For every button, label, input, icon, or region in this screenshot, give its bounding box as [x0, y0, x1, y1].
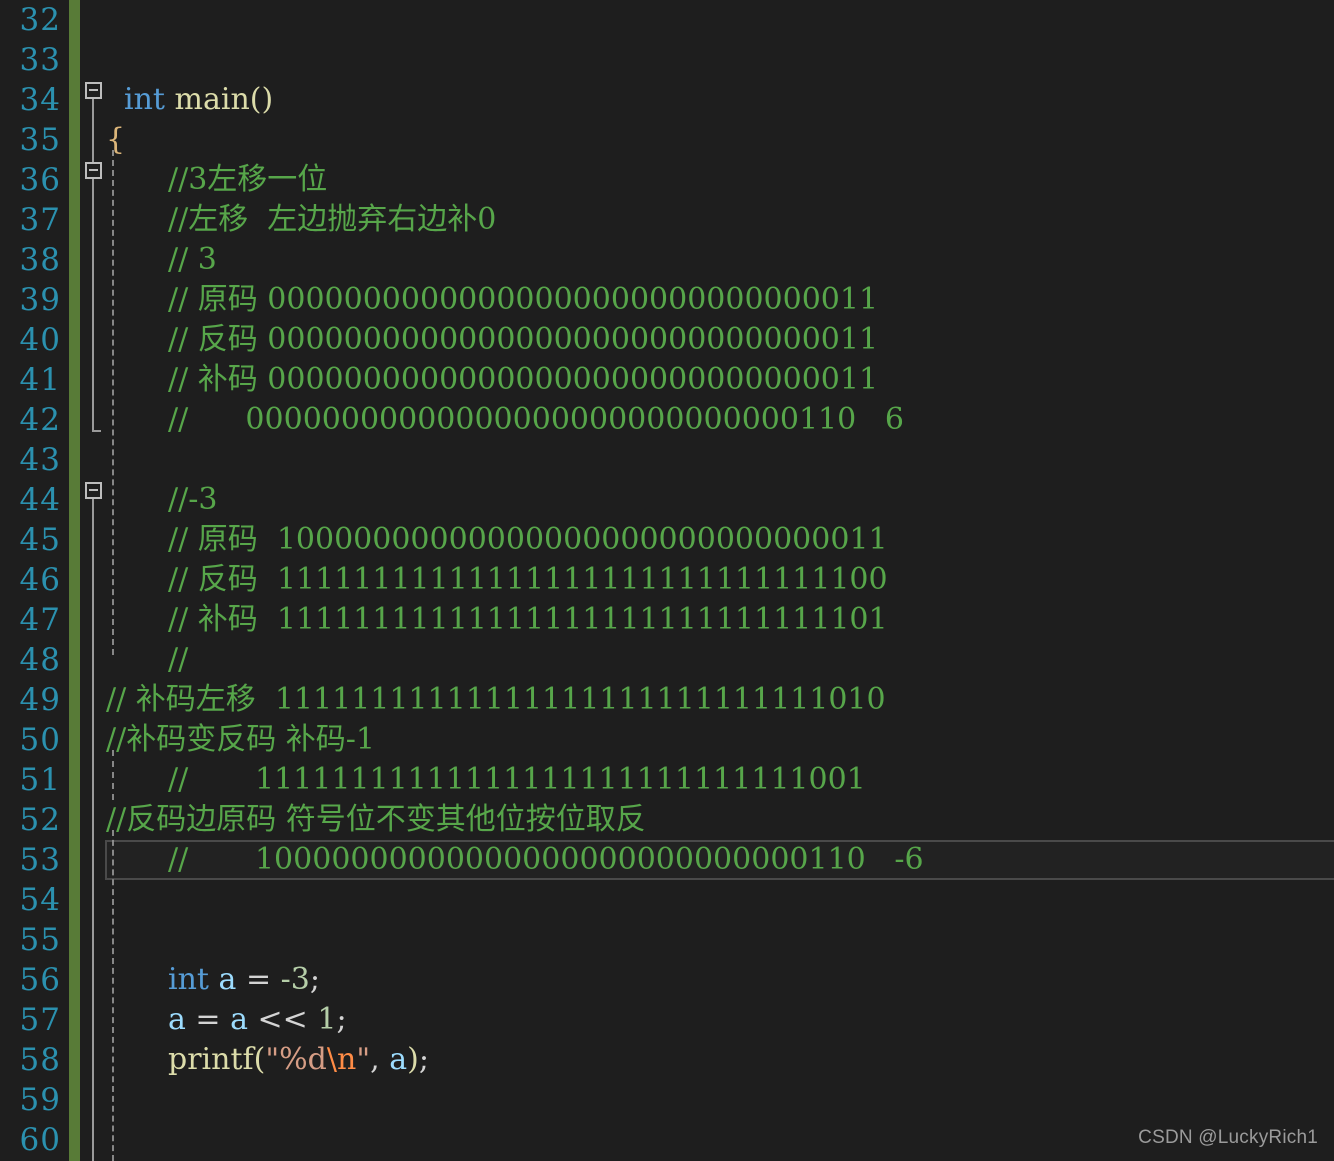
- code-folding-gutter[interactable]: [80, 0, 106, 1161]
- token-keyword-int: int: [124, 82, 165, 117]
- code-text-area[interactable]: int main() { //3左移一位 //左移 左边抛弃右边补0 // 3 …: [106, 0, 1334, 1161]
- modified-lines-change-bar: [69, 0, 80, 1161]
- code-line-40[interactable]: // 反码 00000000000000000000000000000011: [168, 320, 878, 360]
- code-line-47[interactable]: // 补码 11111111111111111111111111111101: [168, 600, 888, 640]
- line-number: 35: [19, 122, 61, 158]
- line-number: 43: [19, 442, 61, 478]
- fold-toggle-comment-block-1[interactable]: [85, 162, 102, 179]
- token-lparen: (: [253, 1042, 266, 1077]
- line-number: 33: [19, 42, 61, 78]
- line-number: 40: [19, 322, 61, 358]
- token-semicolon: ;: [336, 1002, 347, 1037]
- line-number: 58: [19, 1042, 61, 1078]
- fold-toggle-main-function[interactable]: [85, 82, 102, 99]
- line-number: 41: [19, 362, 61, 398]
- token-variable-a: a: [389, 1042, 408, 1077]
- code-editor-view[interactable]: 32 33 34 35 36 37 38 39 40 41 42 43 44 4…: [0, 0, 1334, 1161]
- code-line-44[interactable]: //-3: [168, 480, 217, 520]
- line-number: 45: [19, 522, 61, 558]
- code-line-51[interactable]: // 11111111111111111111111111111001: [168, 760, 866, 800]
- token-shift-left-operator: <<: [248, 1002, 318, 1037]
- code-line-49[interactable]: // 补码左移 11111111111111111111111111111010: [106, 680, 886, 720]
- token-variable-a: a: [230, 1002, 248, 1037]
- line-number: 59: [19, 1082, 61, 1118]
- line-number: 54: [19, 882, 61, 918]
- code-line-45[interactable]: // 原码 10000000000000000000000000000011: [168, 520, 888, 560]
- code-line-35[interactable]: {: [106, 120, 125, 160]
- token-assign: =: [185, 1002, 231, 1037]
- line-number: 46: [19, 562, 61, 598]
- token-rparen: ): [407, 1042, 419, 1077]
- code-line-38[interactable]: // 3: [168, 240, 217, 280]
- line-number: 38: [19, 242, 61, 278]
- indent-guide: [112, 830, 114, 1161]
- line-number: 53: [19, 842, 61, 878]
- line-number: 36: [19, 162, 61, 198]
- code-line-41[interactable]: // 补码 00000000000000000000000000000011: [168, 360, 878, 400]
- csdn-watermark: CSDN @LuckyRich1: [1138, 1127, 1318, 1148]
- line-number: 60: [19, 1122, 61, 1158]
- code-line-56[interactable]: int a = -3;: [168, 960, 320, 1000]
- line-number: 52: [19, 802, 61, 838]
- token-escape-newline: \n: [326, 1042, 357, 1077]
- code-line-36[interactable]: //3左移一位: [168, 160, 327, 200]
- token-comma: ,: [370, 1042, 390, 1077]
- token-keyword-int: int: [168, 962, 209, 997]
- token-semicolon: ;: [309, 962, 320, 997]
- line-number: 50: [19, 722, 61, 758]
- line-number: 49: [19, 682, 61, 718]
- code-line-57[interactable]: a = a << 1;: [168, 1000, 347, 1040]
- line-number: 56: [19, 962, 61, 998]
- token-variable-a: a: [168, 1002, 186, 1037]
- token-parens: (): [249, 82, 274, 117]
- code-line-46[interactable]: // 反码 11111111111111111111111111111100: [168, 560, 888, 600]
- code-line-50[interactable]: //补码变反码 补码-1: [106, 720, 375, 760]
- code-line-39[interactable]: // 原码 00000000000000000000000000000011: [168, 280, 878, 320]
- line-number: 51: [19, 762, 61, 798]
- token-variable-a: a: [218, 962, 237, 997]
- code-line-58[interactable]: printf("%d\n", a);: [168, 1040, 429, 1080]
- line-number: 34: [19, 82, 61, 118]
- line-number-gutter: 32 33 34 35 36 37 38 39 40 41 42 43 44 4…: [0, 0, 69, 1161]
- token-semicolon: ;: [418, 1042, 429, 1077]
- token-function-main: main: [174, 82, 250, 117]
- token-quote-close: ": [356, 1042, 371, 1077]
- token-number: -3: [280, 962, 310, 997]
- line-number: 42: [19, 402, 61, 438]
- fold-range-line-2: [92, 499, 94, 1161]
- line-number: 57: [19, 1002, 61, 1038]
- indent-guide: [112, 150, 114, 655]
- code-line-34[interactable]: int main(): [124, 80, 273, 120]
- token-function-printf: printf: [168, 1042, 254, 1077]
- token-assign: =: [236, 962, 281, 997]
- line-number: 37: [19, 202, 61, 238]
- line-number: 32: [19, 2, 61, 38]
- token-open-brace: {: [106, 122, 126, 157]
- code-line-42[interactable]: // 00000000000000000000000000000110 6: [168, 400, 904, 440]
- line-number: 44: [19, 482, 61, 518]
- line-number: 47: [19, 602, 61, 638]
- line-number: 39: [19, 282, 61, 318]
- line-number: 55: [19, 922, 61, 958]
- fold-range-line-main: [92, 99, 94, 432]
- code-line-52[interactable]: //反码边原码 符号位不变其他位按位取反: [106, 800, 646, 840]
- code-line-37[interactable]: //左移 左边抛弃右边补0: [168, 200, 496, 240]
- line-number: 48: [19, 642, 61, 678]
- code-line-53[interactable]: // 10000000000000000000000000000110 -6: [168, 840, 924, 880]
- token-number: 1: [317, 1002, 337, 1037]
- token-format-specifier: %d: [279, 1042, 327, 1077]
- token-quote-open: ": [265, 1042, 280, 1077]
- code-line-48[interactable]: //: [168, 640, 188, 680]
- fold-range-end-main: [92, 430, 101, 432]
- fold-toggle-comment-block-2[interactable]: [85, 482, 102, 499]
